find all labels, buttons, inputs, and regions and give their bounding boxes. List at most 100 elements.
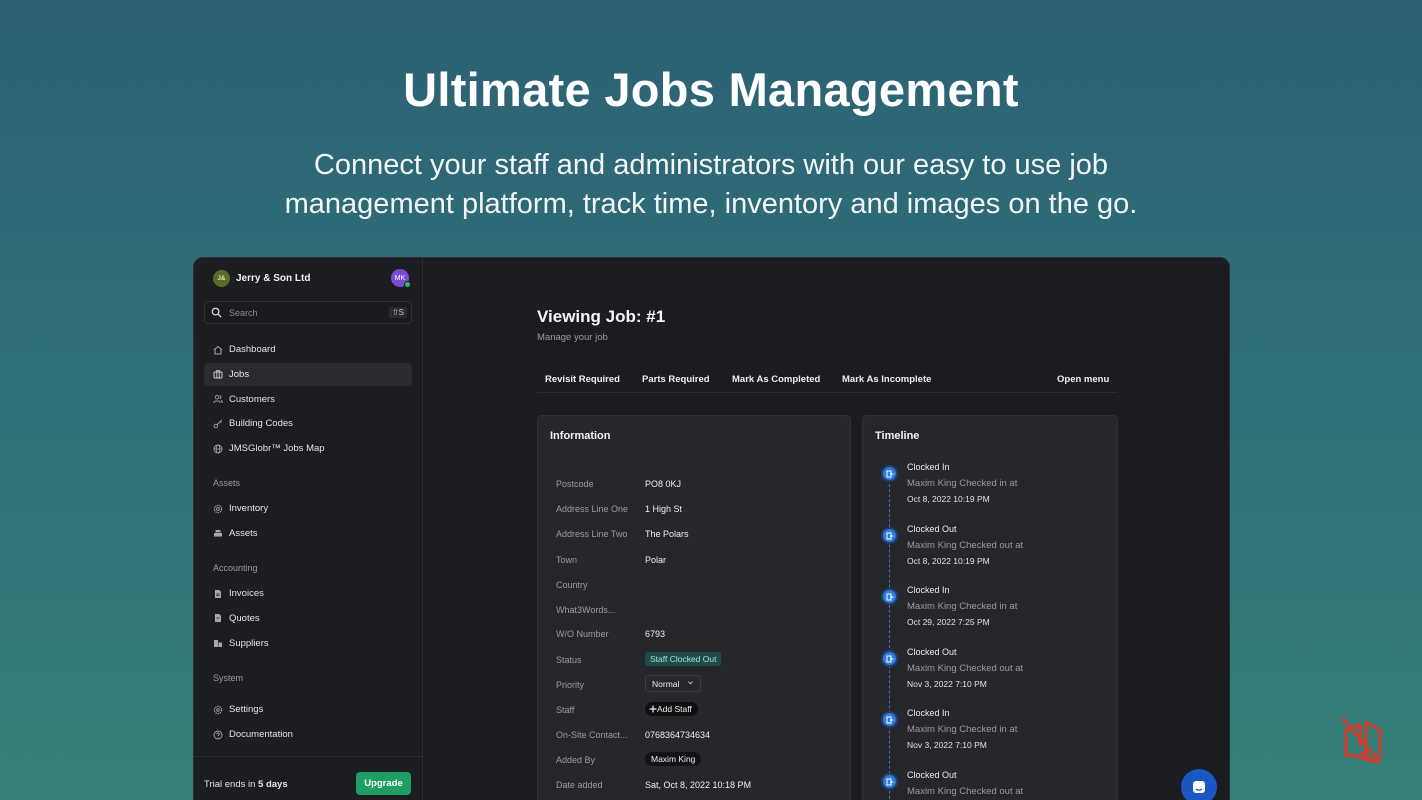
timeline-card: Timeline Clocked In Maxim King Checked i… xyxy=(862,415,1118,800)
sidebar-item-label: Customers xyxy=(229,393,275,405)
clock-out-icon xyxy=(881,773,898,790)
plus-icon xyxy=(649,705,657,713)
info-row-staff: Staff Add Staff xyxy=(556,702,846,719)
info-row-town: Town Polar xyxy=(556,555,846,569)
hero-title: Ultimate Jobs Management xyxy=(403,63,1019,116)
sidebar-item-customers[interactable]: Customers xyxy=(204,388,412,411)
online-status-dot xyxy=(404,281,411,288)
brand-logo-icon xyxy=(1340,717,1382,764)
sidebar-item-documentation[interactable]: Documentation xyxy=(204,723,412,746)
search-box[interactable]: ⇧S xyxy=(204,301,412,324)
info-row-postcode: Postcode PO8 0KJ xyxy=(556,479,846,493)
add-staff-button[interactable]: Add Staff xyxy=(645,702,698,716)
building-icon xyxy=(214,640,222,648)
trial-days: 5 days xyxy=(258,779,288,790)
page-title: Viewing Job: #1 xyxy=(537,307,666,326)
info-label: Priority xyxy=(556,680,585,690)
upgrade-button[interactable]: Upgrade xyxy=(356,772,411,795)
hero-subtitle-line-1: Connect your staff and administrators wi… xyxy=(313,149,1109,181)
info-label: Address Line Two xyxy=(556,529,628,539)
sidebar-item-label: Building Codes xyxy=(229,418,293,430)
clock-in-icon xyxy=(881,588,898,605)
org-name: Jerry & Son Ltd xyxy=(236,273,311,284)
sidebar-item-settings[interactable]: Settings xyxy=(204,698,412,721)
info-row-onsite-contact: On-Site Contact... 0768364734634 xyxy=(556,730,846,744)
timeline-event: Clocked In Maxim King Checked in at Nov … xyxy=(881,708,1111,763)
home-icon xyxy=(213,345,223,354)
sidebar-item-assets[interactable]: Assets xyxy=(204,522,412,545)
timeline-event-desc: Maxim King Checked out at xyxy=(907,663,1024,674)
timeline-event-desc: Maxim King Checked out at xyxy=(907,540,1024,551)
clock-in-icon xyxy=(881,711,898,728)
trial-banner: Trial ends in 5 days Upgrade xyxy=(194,756,422,800)
avatar-initials: MK xyxy=(394,274,406,282)
revisit-required-button[interactable]: Revisit Required xyxy=(545,374,620,385)
avatar[interactable]: MK xyxy=(391,269,411,288)
org-logo: J& xyxy=(213,270,230,287)
sidebar-item-jobs-map[interactable]: JMSGlobr™ Jobs Map xyxy=(204,437,412,460)
info-value: 0768364734634 xyxy=(645,730,711,740)
sidebar-item-label: Settings xyxy=(229,704,264,715)
timeline-event-desc: Maxim King Checked in at xyxy=(907,478,1018,489)
timeline-event: Clocked In Maxim King Checked in at Oct … xyxy=(881,462,1111,517)
info-row-what3words: What3Words... xyxy=(556,605,846,619)
assets-nav: Inventory Assets xyxy=(204,497,412,547)
info-label: Town xyxy=(556,555,578,565)
parts-required-button[interactable]: Parts Required xyxy=(642,374,710,385)
sidebar-item-label: Dashboard xyxy=(229,344,276,355)
timeline-event-title: Clocked In xyxy=(907,585,950,595)
timeline-event-time: Oct 8, 2022 10:19 PM xyxy=(907,494,990,504)
app-window: J& Jerry & Son Ltd MK ⇧S Dashboard Jobs xyxy=(193,257,1230,800)
briefcase-icon xyxy=(213,370,223,379)
search-input[interactable] xyxy=(229,307,379,318)
sidebar-item-jobs[interactable]: Jobs xyxy=(204,362,412,386)
document-icon xyxy=(215,589,221,598)
clock-out-icon xyxy=(881,527,898,544)
hero-subtitle-line-2: management platform, track time, invento… xyxy=(284,188,1138,220)
accounting-nav: Invoices Quotes Suppliers xyxy=(204,582,412,656)
timeline-event-time: Oct 8, 2022 10:19 PM xyxy=(907,556,990,566)
info-label: Status xyxy=(556,655,582,665)
timeline-event-title: Clocked Out xyxy=(907,770,957,780)
info-value: 6793 xyxy=(645,629,666,639)
sidebar-item-suppliers[interactable]: Suppliers xyxy=(204,632,412,655)
timeline-event-title: Clocked In xyxy=(907,708,950,718)
sidebar-item-dashboard[interactable]: Dashboard xyxy=(204,338,412,361)
mark-incomplete-button[interactable]: Mark As Incomplete xyxy=(842,374,931,385)
info-label: W/O Number xyxy=(556,629,609,639)
timeline-event: Clocked In Maxim King Checked in at Oct … xyxy=(881,585,1111,640)
timeline-event-desc: Maxim King Checked in at xyxy=(907,601,1018,612)
sidebar-item-label: Inventory xyxy=(229,503,269,514)
info-row-wo-number: W/O Number 6793 xyxy=(556,629,846,643)
priority-select-value: Normal xyxy=(652,679,680,689)
info-value: PO8 0KJ xyxy=(645,479,682,489)
hero-subtitle: Connect your staff and administrators wi… xyxy=(211,146,1211,224)
sidebar-item-inventory[interactable]: Inventory xyxy=(204,497,412,520)
info-label: Staff xyxy=(556,705,575,715)
information-card: Information Postcode PO8 0KJ Address Lin… xyxy=(537,415,851,800)
timeline-event-time: Oct 29, 2022 7:25 PM xyxy=(907,617,990,627)
globe-icon xyxy=(213,444,223,454)
sidebar-item-quotes[interactable]: Quotes xyxy=(204,607,412,630)
sidebar-item-label: JMSGlobr™ Jobs Map xyxy=(229,443,325,455)
sidebar-item-invoices[interactable]: Invoices xyxy=(204,582,412,605)
timeline-title: Timeline xyxy=(875,430,920,442)
open-menu-button[interactable]: Open menu xyxy=(1057,374,1109,385)
info-label: Date added xyxy=(556,780,603,790)
trial-text: Trial ends in 5 days xyxy=(204,779,288,790)
job-action-bar: Revisit Required Parts Required Mark As … xyxy=(537,368,1118,393)
sidebar-item-label: Documentation xyxy=(229,729,293,740)
added-by-pill: Maxim King xyxy=(645,752,702,766)
mark-completed-button[interactable]: Mark As Completed xyxy=(732,374,820,385)
document-icon xyxy=(215,614,221,623)
search-icon xyxy=(211,307,222,318)
section-label-system: System xyxy=(213,673,244,683)
sidebar: J& Jerry & Son Ltd MK ⇧S Dashboard Jobs xyxy=(194,258,423,800)
chat-icon xyxy=(1193,781,1205,793)
info-row-priority: Priority Normal xyxy=(556,675,846,694)
priority-select[interactable]: Normal xyxy=(645,675,701,692)
info-row-date-added: Date added Sat, Oct 8, 2022 10:18 PM xyxy=(556,780,846,794)
chat-support-button[interactable] xyxy=(1181,769,1217,800)
org-switcher[interactable]: J& Jerry & Son Ltd xyxy=(213,270,310,287)
sidebar-item-building-codes[interactable]: Building Codes xyxy=(204,412,412,435)
